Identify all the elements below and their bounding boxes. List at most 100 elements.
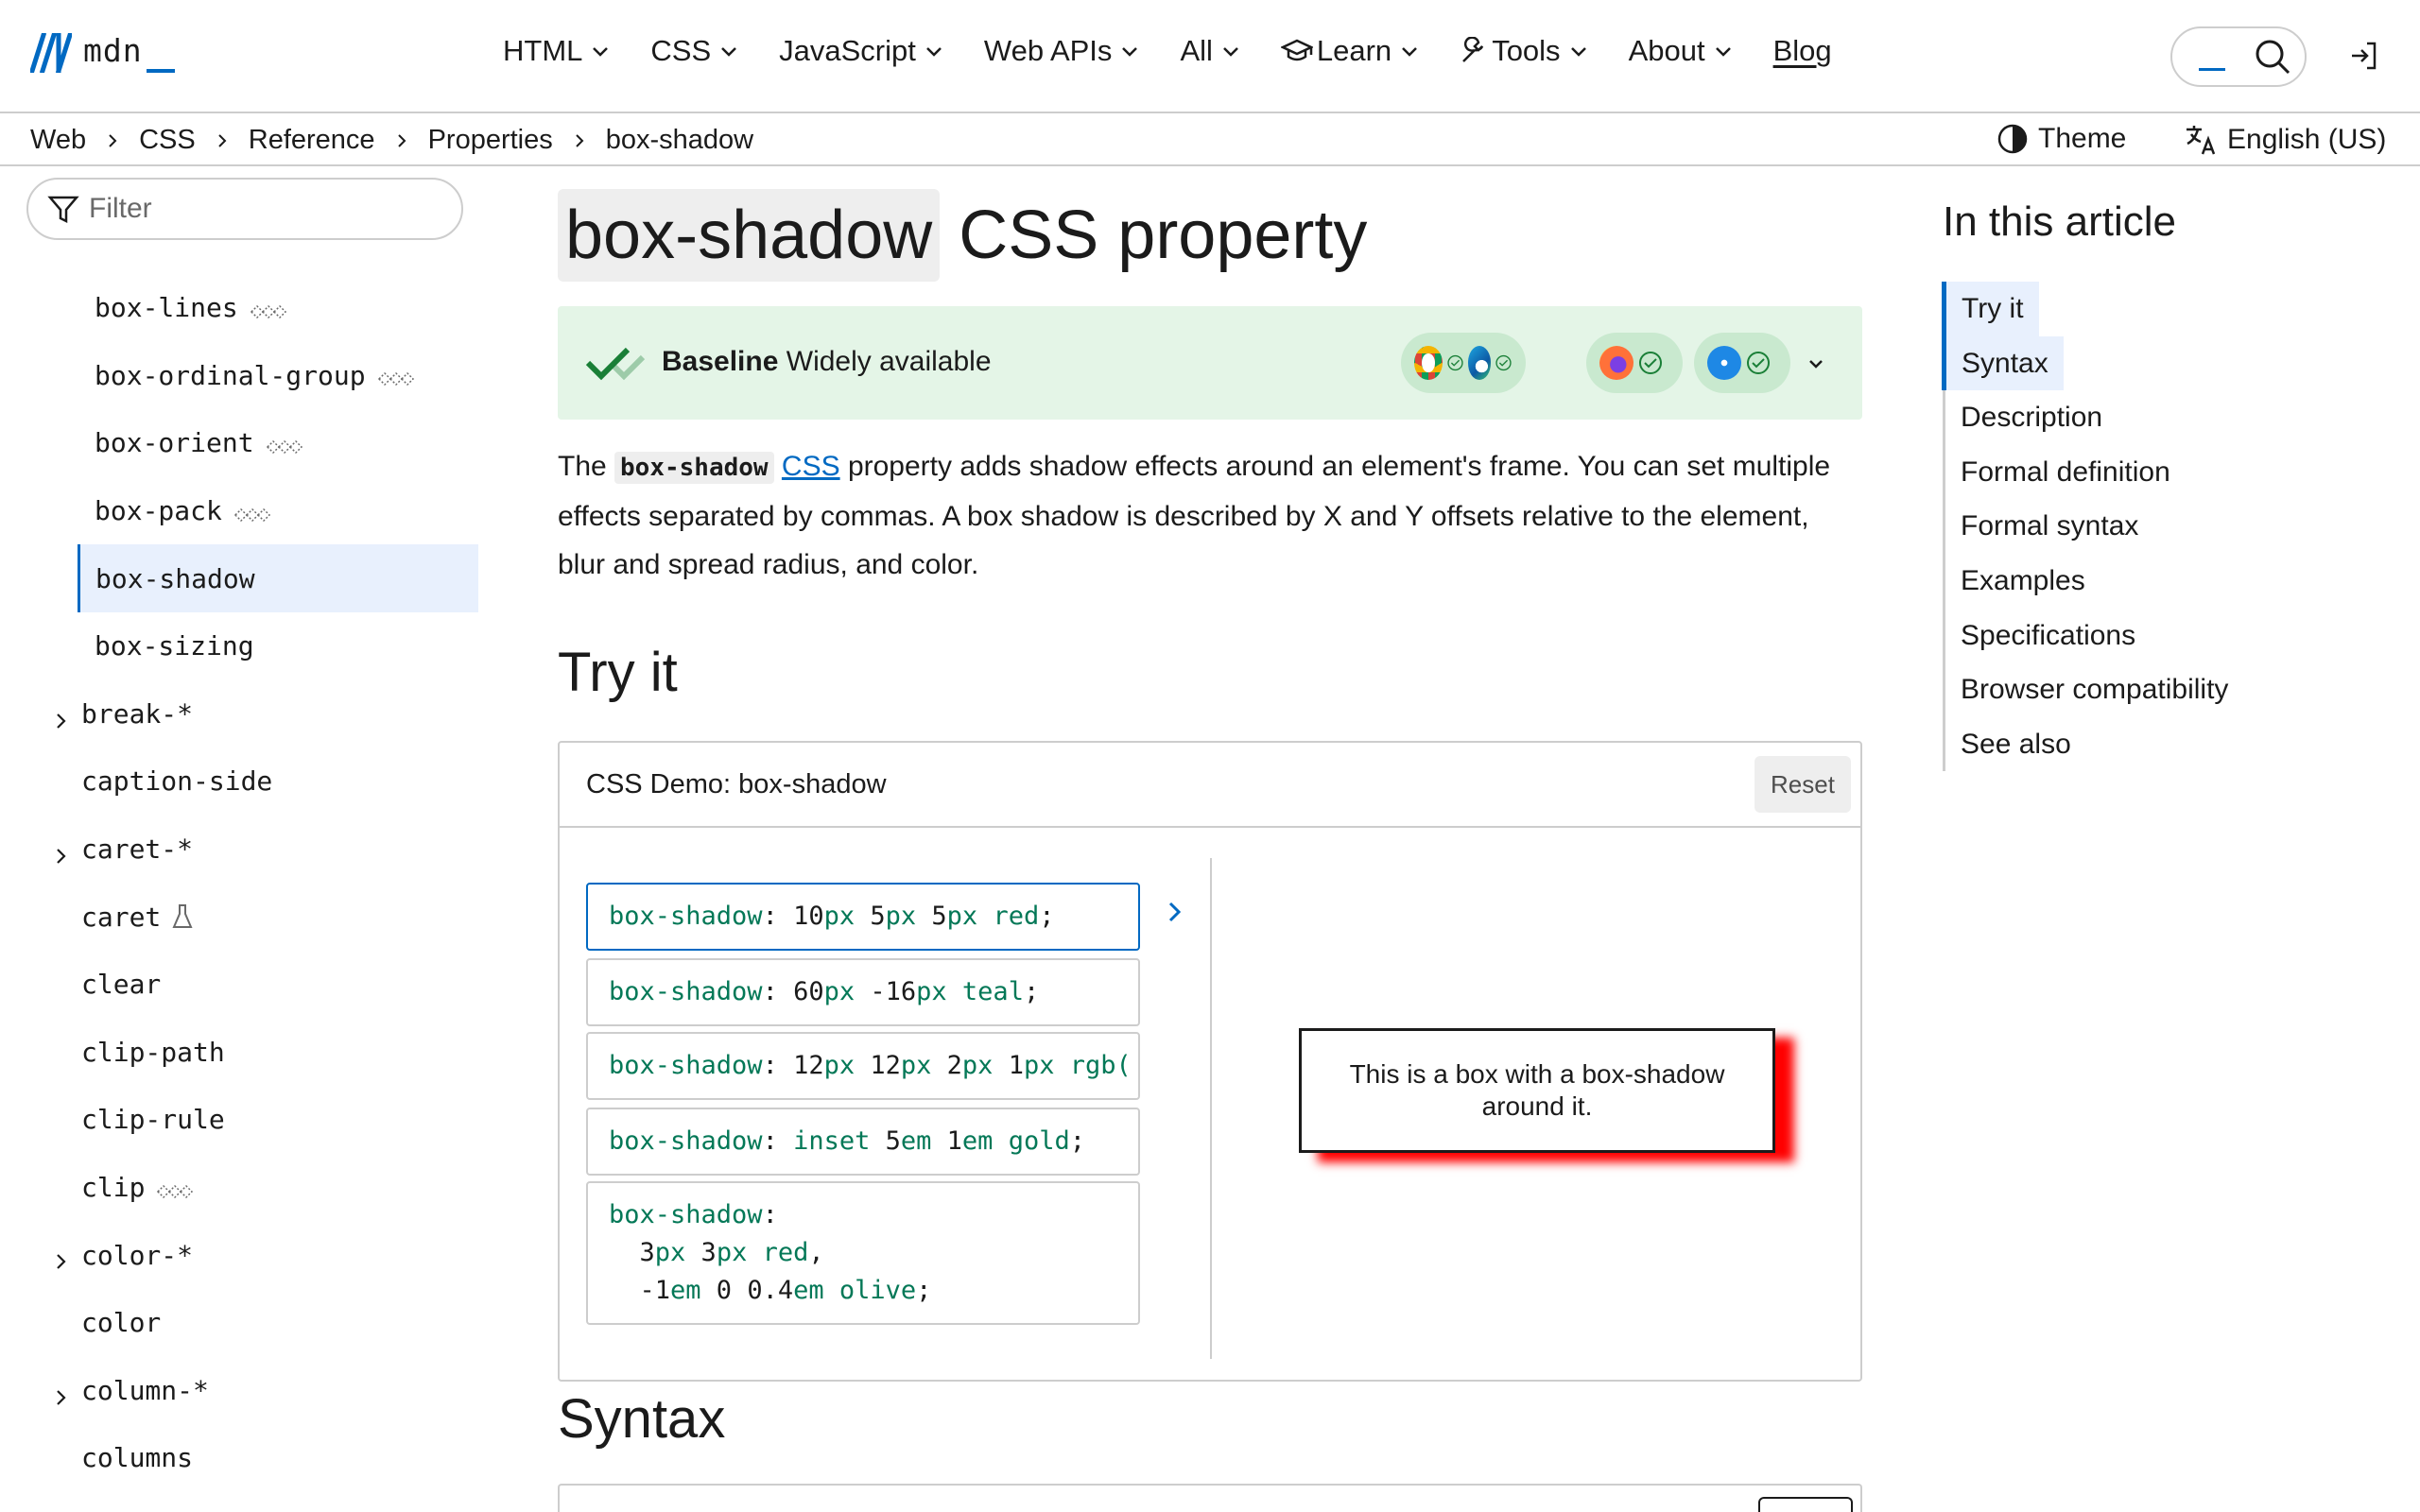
toc-link-description[interactable]: Description <box>1945 390 2359 445</box>
sidebar-item-label: box-pack <box>95 495 222 527</box>
copy-button[interactable] <box>1758 1497 1853 1512</box>
heading-syntax: Syntax <box>558 1388 726 1450</box>
toc-link-browser-compatibility[interactable]: Browser compatibility <box>1945 662 2359 717</box>
sidebar-item-label: column-* <box>81 1374 209 1406</box>
heading-try-it: Try it <box>558 642 678 703</box>
browser-safari-pill <box>1694 333 1790 393</box>
intro-paragraph: The box-shadow CSS property adds shadow … <box>558 451 1831 580</box>
toc-link-syntax[interactable]: Syntax <box>1942 335 2064 391</box>
sidebar-item-label: caption-side <box>81 765 273 798</box>
sidebar-item-box-lines[interactable]: box-lines <box>0 274 492 342</box>
chevron-down-icon <box>1402 47 1418 57</box>
sidebar-item-clip-path[interactable]: clip-path <box>0 1019 492 1087</box>
chevron-down-icon <box>1223 47 1238 57</box>
sidebar: Filter box-lines box-ordinal-group box-ori… <box>0 168 492 1512</box>
nav-css[interactable]: CSS <box>650 34 739 68</box>
sidebar-item-color[interactable]: color <box>0 1289 492 1357</box>
sidebar-item-break[interactable]: break-* <box>0 680 492 748</box>
nav-javascript[interactable]: JavaScript <box>779 34 944 68</box>
mdn-logo[interactable]: mdn <box>30 32 175 73</box>
demo-header: CSS Demo: box-shadow Reset <box>560 743 1860 828</box>
sidebar-item-box-shadow[interactable]: box-shadow <box>78 544 478 612</box>
nav-all[interactable]: All <box>1180 34 1240 68</box>
chrome-icon <box>1414 346 1443 380</box>
chevron-down-icon <box>1715 47 1731 57</box>
page-title: box-shadow CSS property <box>558 189 1367 282</box>
breadcrumb-current[interactable]: box-shadow <box>606 125 753 156</box>
demo-choice-1[interactable]: box-shadow: 10px 5px 5px red; <box>586 883 1140 951</box>
breadcrumb-properties[interactable]: Properties <box>428 125 553 156</box>
chevron-down-icon[interactable] <box>1806 353 1826 374</box>
breadcrumb: Web CSS Reference Properties box-shadow <box>30 125 753 156</box>
breadcrumb-reference[interactable]: Reference <box>249 125 375 156</box>
graduation-cap-icon <box>1280 39 1313 61</box>
demo-choice-4[interactable]: box-shadow: inset 5em 1em gold; <box>586 1108 1140 1176</box>
toc-link-specifications[interactable]: Specifications <box>1945 609 2359 663</box>
language-label: English (US) <box>2227 124 2387 155</box>
filter-input[interactable]: Filter <box>26 178 463 240</box>
sidebar-item-label: break-* <box>81 697 194 730</box>
interactive-demo: CSS Demo: box-shadow Reset box-shadow: 1… <box>558 741 1862 1382</box>
sidebar-item-caret[interactable]: caret-* <box>0 816 492 884</box>
breadcrumb-web[interactable]: Web <box>30 125 86 156</box>
sidebar-item-scrolled <box>0 236 492 274</box>
chevron-right-icon[interactable] <box>53 705 70 729</box>
login-icon[interactable] <box>2348 40 2380 72</box>
sidebar-item-color[interactable]: color-* <box>0 1221 492 1289</box>
deprecated-icon <box>250 298 287 318</box>
css-link[interactable]: CSS <box>782 451 840 482</box>
supported-check-icon <box>1495 354 1512 371</box>
sidebar-item-column[interactable]: column-* <box>0 1357 492 1425</box>
nav-tools[interactable]: Tools <box>1460 34 1588 68</box>
demo-output-box: This is a box with a box-shadow around i… <box>1299 1028 1775 1153</box>
sidebar-item-columns[interactable]: columns <box>0 1424 492 1492</box>
theme-button[interactable]: Theme <box>1996 123 2126 155</box>
toc-link-formal-definition[interactable]: Formal definition <box>1945 445 2359 500</box>
baseline-check-icon <box>585 347 646 381</box>
toc-link-examples[interactable]: Examples <box>1945 554 2359 609</box>
toc-row: Description <box>1945 390 2359 445</box>
chevron-right-icon[interactable] <box>53 840 70 864</box>
logo-text: mdn <box>83 32 175 73</box>
sidebar-item-clear[interactable]: clear <box>0 951 492 1019</box>
sidebar-item-label: clear <box>81 969 162 1001</box>
search-icon <box>2256 40 2290 75</box>
chevron-right-icon <box>218 133 227 147</box>
sidebar-item-box-orient[interactable]: box-orient <box>0 409 492 477</box>
toc-link-see-also[interactable]: See also <box>1945 717 2359 772</box>
sidebar-item-clip-rule[interactable]: clip-rule <box>0 1086 492 1154</box>
chevron-right-icon[interactable] <box>53 1246 70 1270</box>
sidebar-item-contain[interactable]: contain-* <box>0 1492 492 1512</box>
toc-link-formal-syntax[interactable]: Formal syntax <box>1945 499 2359 554</box>
sidebar-item-caret[interactable]: caret <box>0 883 492 951</box>
nav-web-apis[interactable]: Web APIs <box>984 34 1141 68</box>
nav-blog[interactable]: Blog <box>1773 34 1832 68</box>
toc-title: In this article <box>1943 198 2176 245</box>
demo-choice-5[interactable]: box-shadow: 3px 3px red, -1em 0 0.4em ol… <box>586 1181 1140 1325</box>
main-menu: HTML CSS JavaScript Web APIs All Learn T… <box>503 34 1872 68</box>
toc-link-try-it[interactable]: Try it <box>1942 282 2039 336</box>
sidebar-item-box-pack[interactable]: box-pack <box>0 477 492 545</box>
toc-row: Syntax <box>1942 335 2359 391</box>
mdn-logo-icon <box>30 32 72 73</box>
sidebar-item-box-ordinal-group[interactable]: box-ordinal-group <box>0 342 492 410</box>
sidebar-item-label: color <box>81 1307 162 1339</box>
toc-row: Specifications <box>1945 609 2359 663</box>
demo-choice-2[interactable]: box-shadow: 60px -16px teal; <box>586 958 1140 1026</box>
nav-about[interactable]: About <box>1629 34 1734 68</box>
supported-check-icon <box>1446 354 1463 371</box>
sidebar-item-caption-side[interactable]: caption-side <box>0 747 492 816</box>
search-button[interactable] <box>2170 26 2307 87</box>
chevron-right-icon[interactable] <box>53 1382 70 1405</box>
breadcrumb-css[interactable]: CSS <box>139 125 196 156</box>
demo-choice-3[interactable]: box-shadow: 12px 12px 2px 1px rgb( <box>586 1032 1140 1100</box>
chevron-right-icon <box>576 133 584 147</box>
reset-button[interactable]: Reset <box>1754 756 1851 813</box>
sidebar-item-clip[interactable]: clip <box>0 1154 492 1222</box>
title-code: box-shadow <box>558 189 941 282</box>
nav-html[interactable]: HTML <box>503 34 611 68</box>
nav-learn[interactable]: Learn <box>1280 34 1420 68</box>
sidebar-item-box-sizing[interactable]: box-sizing <box>0 612 492 680</box>
language-button[interactable]: English (US) <box>2184 123 2386 157</box>
chevron-down-icon <box>593 47 609 57</box>
